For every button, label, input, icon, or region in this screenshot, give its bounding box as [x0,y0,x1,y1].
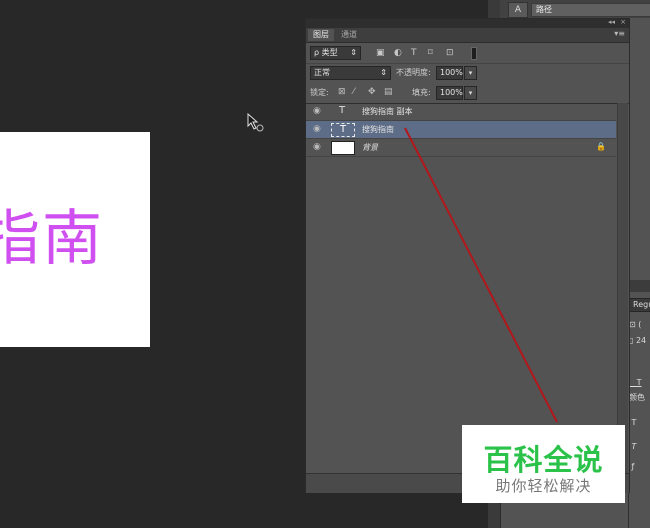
watermark: 百科全说 助你轻松解决 [462,425,625,503]
watermark-subtitle: 助你轻松解决 [495,477,592,495]
watermark-title: 百科全说 [483,443,604,477]
